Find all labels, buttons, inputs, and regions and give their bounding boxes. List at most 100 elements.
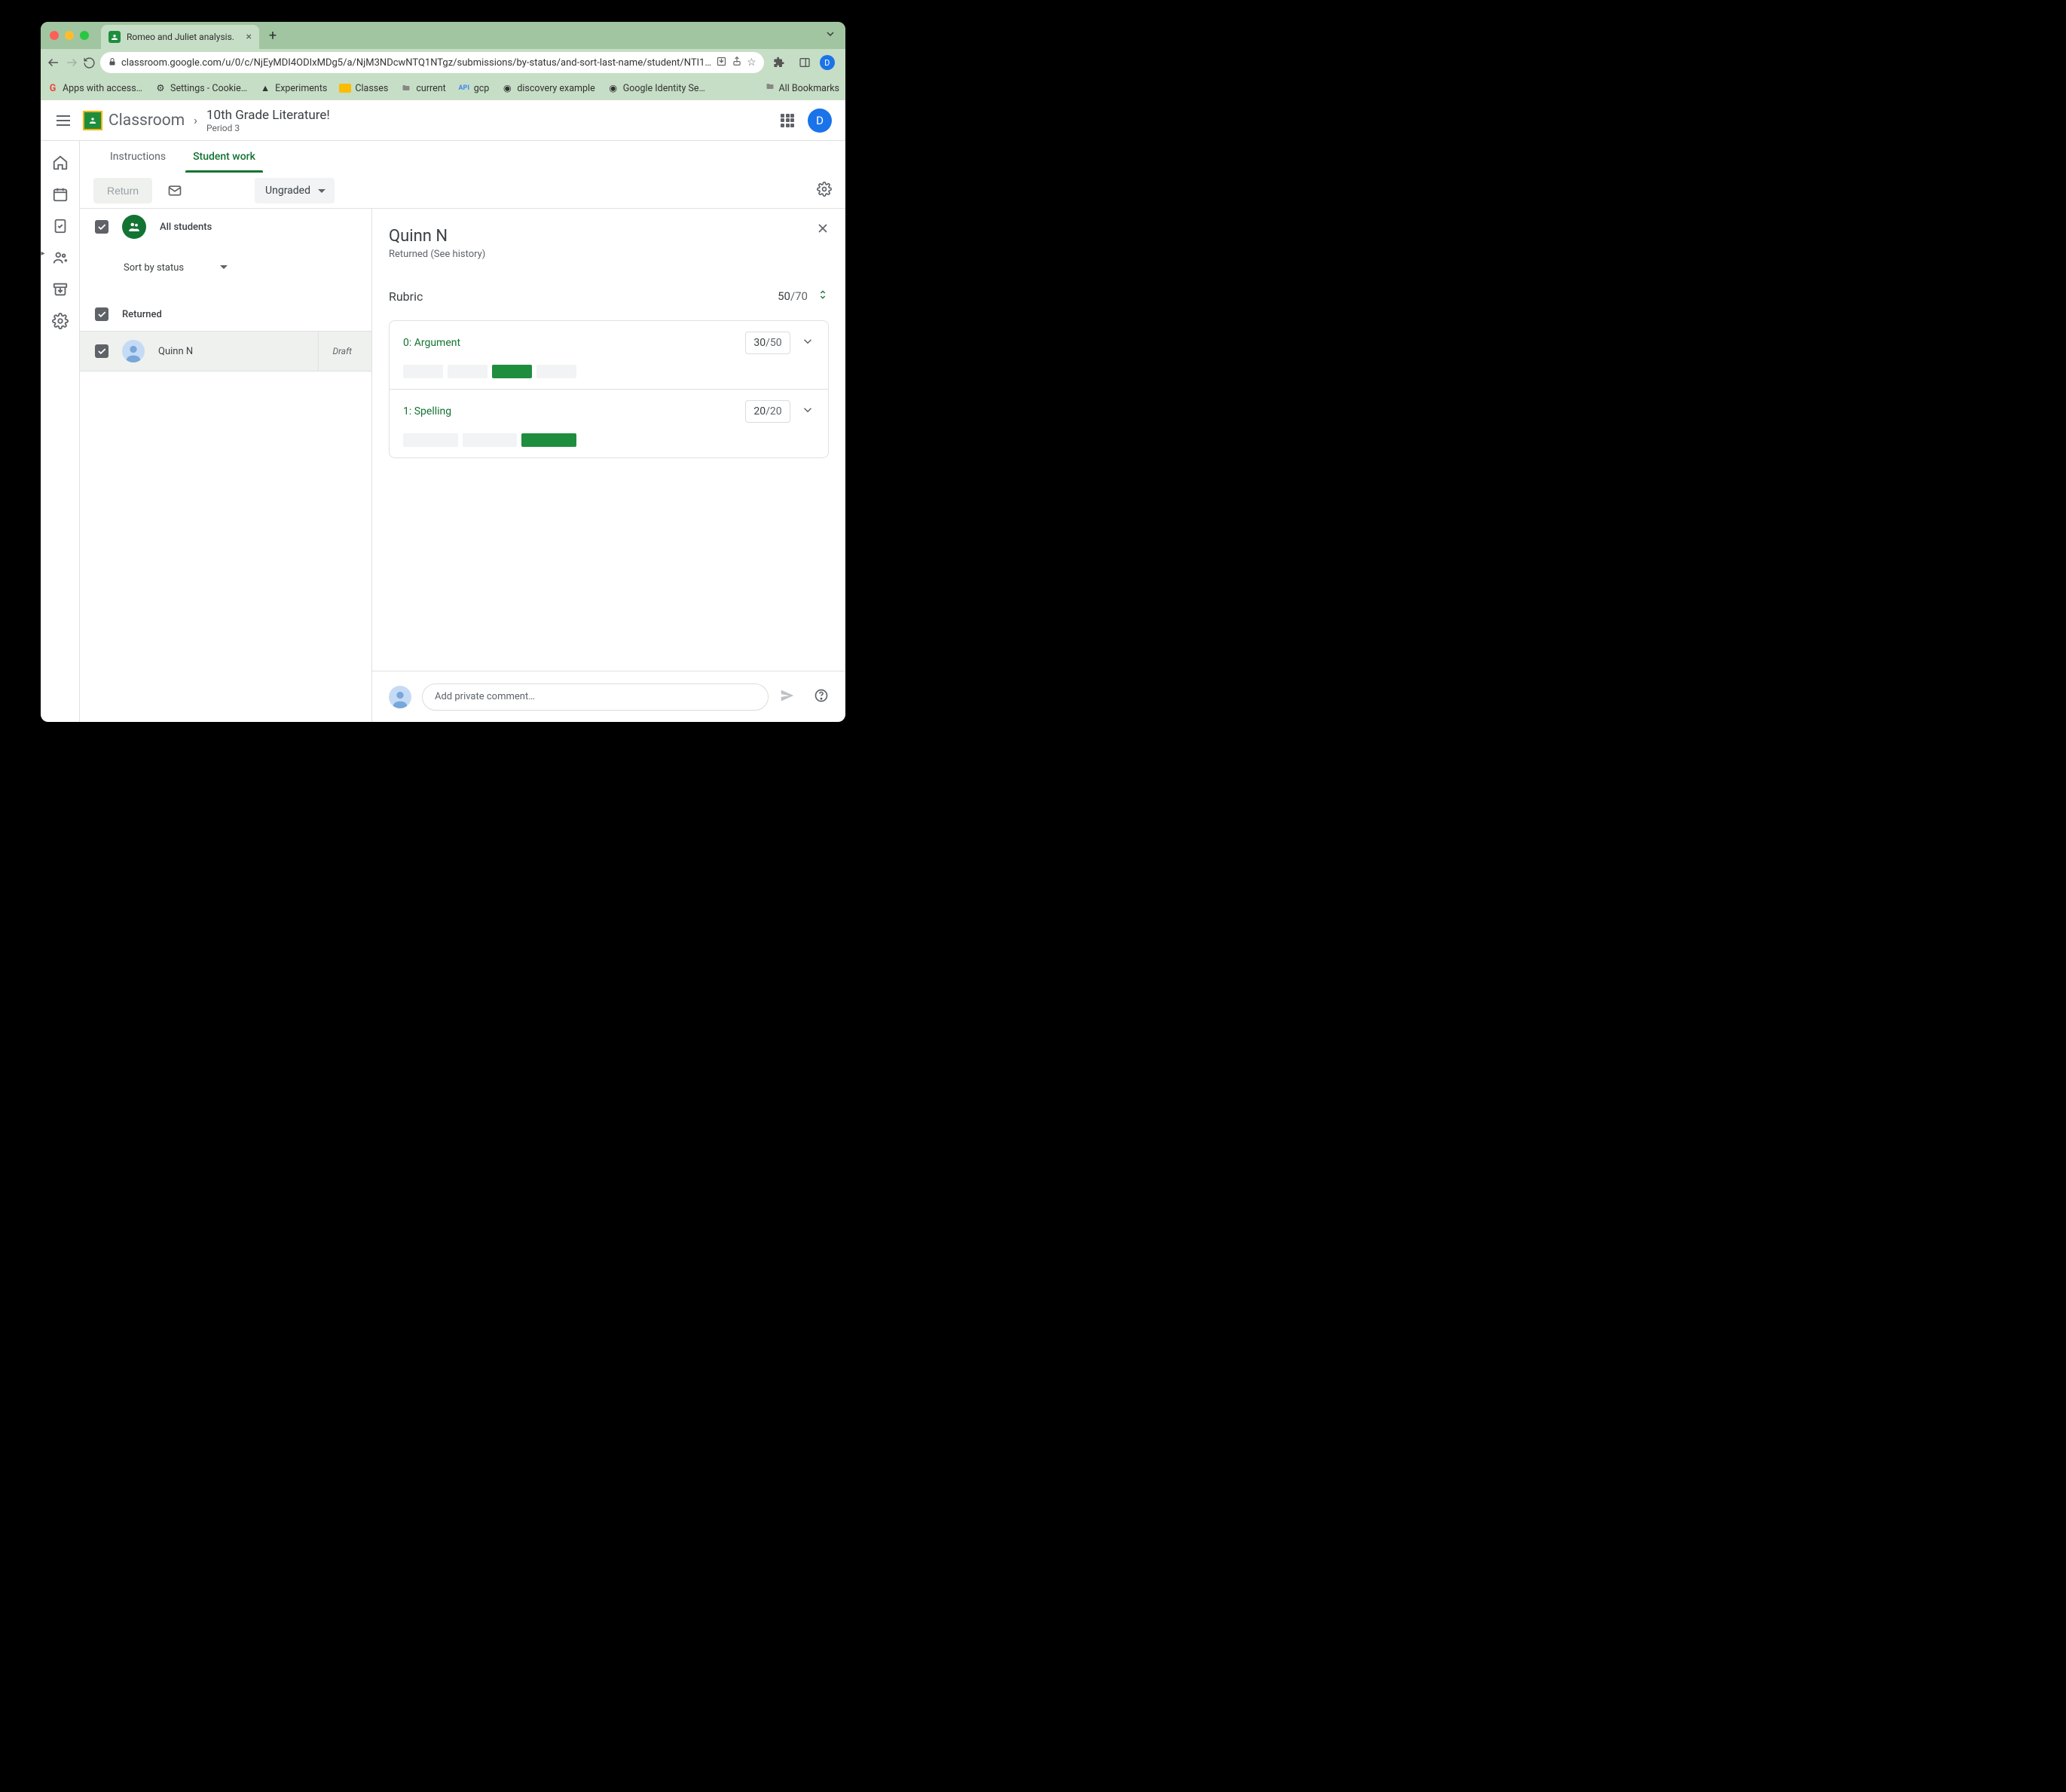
bookmark-classes[interactable]: Classes (339, 83, 388, 94)
rubric-header: Rubric 50/70 (389, 289, 829, 304)
maximize-window-button[interactable] (80, 31, 89, 40)
close-detail-icon[interactable] (815, 221, 830, 240)
student-name-label: Quinn N (158, 346, 193, 357)
split-view: All students Sort by status Returned (80, 209, 845, 722)
student-avatar (122, 340, 145, 362)
share-icon[interactable] (732, 56, 742, 69)
private-comment-input[interactable]: Add private comment… (422, 683, 769, 711)
all-students-icon (122, 215, 146, 239)
level-bar[interactable] (403, 365, 443, 378)
extensions-icon[interactable] (769, 52, 790, 73)
section-label: Returned (122, 309, 162, 320)
bookmarks-bar: GApps with access… ⚙Settings - Cookie… ▲… (41, 76, 845, 100)
send-icon[interactable] (779, 687, 796, 707)
bookmark-identity[interactable]: ◉Google Identity Se… (607, 82, 705, 94)
criterion-score-input[interactable]: 20/20 (745, 400, 790, 423)
level-bar-active[interactable] (521, 433, 576, 447)
browser-toolbar: classroom.google.com/u/0/c/NjEyMDI4ODIxM… (41, 49, 845, 76)
back-button[interactable] (47, 52, 60, 73)
new-tab-button[interactable]: + (262, 25, 283, 46)
bookmark-settings[interactable]: ⚙Settings - Cookie… (154, 82, 247, 94)
google-apps-icon[interactable] (781, 114, 794, 127)
toolbar: Return Ungraded (80, 173, 845, 209)
install-app-icon[interactable] (716, 56, 727, 70)
class-subtitle: Period 3 (206, 123, 330, 133)
level-bar[interactable] (403, 433, 458, 447)
filter-dropdown[interactable]: Ungraded (255, 178, 335, 203)
main-area: Instructions Student work Return Ungrade… (80, 141, 845, 722)
bookmark-current[interactable]: current (400, 82, 445, 94)
return-button[interactable]: Return (93, 178, 152, 203)
detail-status[interactable]: Returned (See history) (389, 249, 829, 260)
people-icon[interactable]: ▸ (52, 249, 69, 266)
all-students-row[interactable]: All students (80, 209, 371, 245)
forward-button[interactable] (65, 52, 78, 73)
breadcrumb[interactable]: 10th Grade Literature! Period 3 (206, 108, 330, 133)
rubric-expand-icon[interactable] (817, 289, 829, 304)
student-row[interactable]: Quinn N Draft (80, 331, 371, 372)
criterion-title[interactable]: 1: Spelling (403, 405, 451, 417)
level-bar[interactable] (448, 365, 487, 378)
sort-dropdown[interactable]: Sort by status (124, 262, 228, 274)
bookmark-discovery[interactable]: ◉discovery example (501, 82, 594, 94)
tab-instructions[interactable]: Instructions (110, 141, 166, 173)
level-bar-active[interactable] (492, 365, 532, 378)
chevron-down-icon[interactable] (801, 335, 814, 351)
bookmark-experiments[interactable]: ▲Experiments (259, 82, 327, 94)
gear-icon[interactable] (817, 182, 832, 200)
mail-icon[interactable] (161, 177, 188, 204)
browser-tab[interactable]: Romeo and Juliet analysis. × (101, 25, 259, 49)
section-returned: Returned (80, 298, 371, 331)
minimize-window-button[interactable] (65, 31, 74, 40)
hamburger-menu-icon[interactable] (54, 112, 72, 130)
help-icon[interactable] (814, 688, 829, 706)
close-window-button[interactable] (50, 31, 59, 40)
section-checkbox[interactable] (95, 307, 108, 321)
chevron-down-icon[interactable] (801, 403, 814, 420)
detail-student-name: Quinn N (389, 227, 829, 246)
review-icon[interactable] (52, 218, 69, 234)
filter-label: Ungraded (265, 185, 310, 197)
class-title: 10th Grade Literature! (206, 108, 330, 123)
home-icon[interactable] (52, 154, 69, 171)
student-checkbox[interactable] (95, 344, 108, 358)
student-list-pane: All students Sort by status Returned (80, 209, 372, 722)
tab-student-work[interactable]: Student work (193, 141, 255, 173)
address-bar[interactable]: classroom.google.com/u/0/c/NjEyMDI4ODIxM… (100, 52, 764, 73)
reload-button[interactable] (83, 52, 96, 73)
bookmark-star-icon[interactable]: ☆ (747, 57, 756, 69)
submission-detail-pane: Quinn N Returned (See history) Rubric 50… (372, 209, 845, 722)
criterion-level-bars (403, 365, 576, 378)
account-avatar[interactable]: D (808, 109, 832, 133)
browser-tabstrip: Romeo and Juliet analysis. × + (41, 22, 845, 49)
criterion-title[interactable]: 0: Argument (403, 337, 460, 349)
tab-overflow-icon[interactable] (824, 28, 836, 43)
window-controls (50, 31, 89, 40)
app-name[interactable]: Classroom (108, 112, 185, 130)
browser-menu-icon[interactable]: ⋮ (839, 52, 845, 73)
bookmark-apps[interactable]: GApps with access… (47, 82, 142, 94)
bookmark-gcp[interactable]: APIgcp (458, 82, 490, 94)
browser-tab-title: Romeo and Juliet analysis. (127, 32, 234, 42)
content-tabs: Instructions Student work (80, 141, 845, 173)
close-tab-icon[interactable]: × (246, 31, 252, 43)
level-bar[interactable] (463, 433, 518, 447)
browser-avatar[interactable]: D (820, 55, 835, 70)
criterion-score-input[interactable]: 30/50 (745, 332, 790, 354)
comment-placeholder: Add private comment… (435, 691, 535, 702)
chevron-right-icon: › (194, 113, 197, 127)
criterion-spelling: 1: Spelling 20/20 (390, 389, 828, 457)
rubric-total-score: 50/70 (778, 289, 808, 303)
classroom-logo[interactable] (83, 111, 102, 130)
criterion-argument: 0: Argument 30/50 (390, 321, 828, 389)
expand-tri-icon: ▸ (41, 249, 45, 258)
browser-right-icons: D ⋮ (769, 52, 845, 73)
all-bookmarks-button[interactable]: All Bookmarks (765, 82, 840, 94)
select-all-checkbox[interactable] (95, 220, 108, 234)
archive-icon[interactable] (52, 281, 69, 298)
sort-label: Sort by status (124, 262, 184, 274)
calendar-icon[interactable] (52, 186, 69, 203)
settings-icon[interactable] (52, 313, 69, 329)
sidepanel-icon[interactable] (794, 52, 815, 73)
level-bar[interactable] (536, 365, 576, 378)
